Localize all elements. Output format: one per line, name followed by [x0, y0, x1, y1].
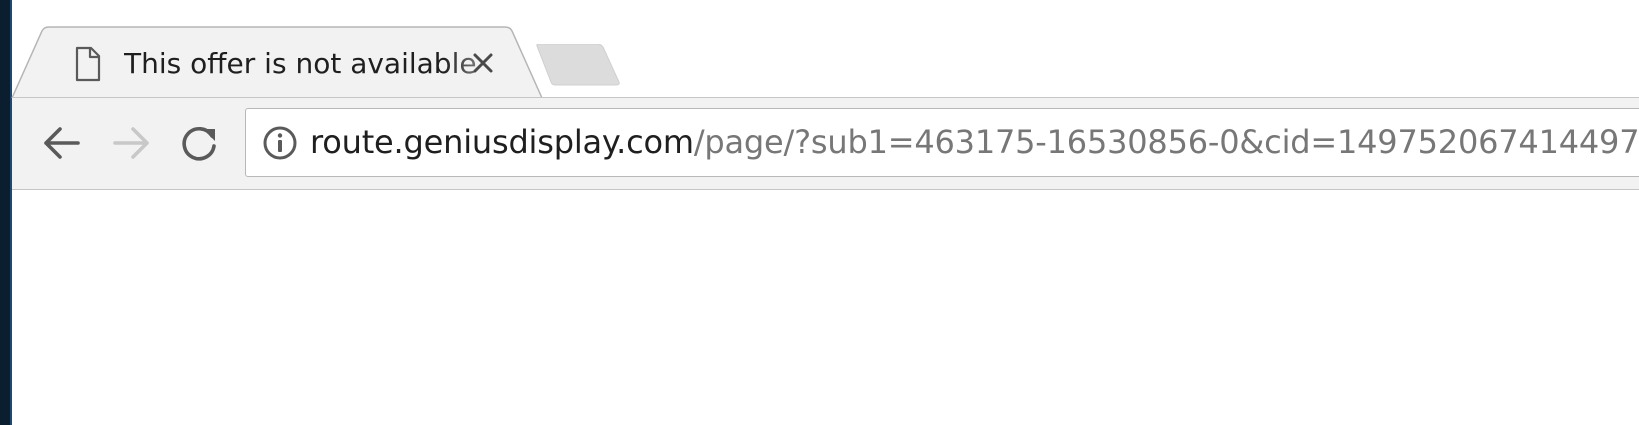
url-path: /page/?sub1=463175-16530856-0&cid=149752…: [693, 123, 1639, 161]
url-text[interactable]: route.geniusdisplay.com/page/?sub1=46317…: [310, 109, 1639, 176]
tab-content: This offer is not available: [70, 44, 510, 84]
page-content: [14, 190, 1639, 425]
browser-window: This offer is not available route.genius…: [0, 0, 1639, 425]
new-tab-button[interactable]: [535, 44, 621, 86]
document-icon: [75, 46, 101, 82]
back-arrow-icon[interactable]: [38, 119, 86, 167]
info-icon[interactable]: [262, 125, 298, 161]
close-icon[interactable]: [467, 47, 499, 79]
address-bar[interactable]: route.geniusdisplay.com/page/?sub1=46317…: [245, 108, 1639, 177]
reload-icon[interactable]: [175, 119, 223, 167]
desktop-background-edge: [0, 0, 12, 425]
tab-title: This offer is not available: [124, 47, 477, 80]
url-host: route.geniusdisplay.com: [310, 123, 694, 161]
forward-arrow-icon[interactable]: [107, 119, 155, 167]
